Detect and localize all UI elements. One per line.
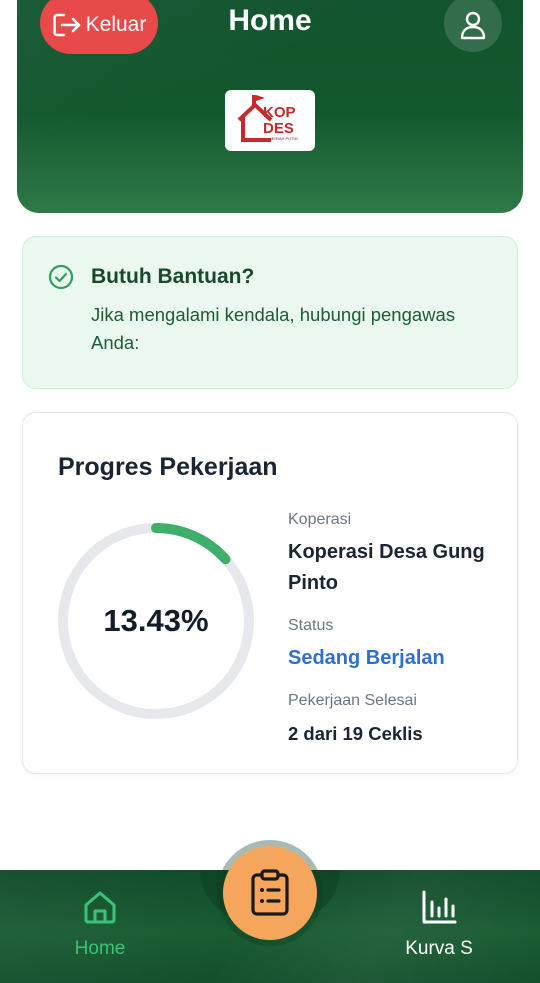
progress-percent: 13.43% [103,603,209,638]
progress-ring: 13.43% [53,518,259,724]
status-value: Sedang Berjalan [288,647,445,669]
bar-chart-icon [422,890,457,924]
home-icon [84,891,116,924]
progress-title: Progres Pekerjaan [58,453,278,481]
checklist-fab-button[interactable] [223,846,317,940]
logo-text-top: KOP [263,104,296,121]
help-text: Jika mengalami kendala, hubungi pengawas… [91,304,456,353]
clipboard-list-icon [251,869,289,916]
koperasi-label: Koperasi [288,511,352,528]
logout-label: Keluar [85,13,147,36]
help-title: Butuh Bantuan? [91,265,255,288]
selesai-label: Pekerjaan Selesai [288,692,417,709]
logo-text-bottom: DES [263,120,294,137]
kopdes-logo: KOP DES MERAH PUTIH [225,90,315,151]
nav-kurva-s[interactable]: Kurva S [379,888,499,960]
progress-card: Progres Pekerjaan 13.43% Koperasi Kopera… [22,412,518,774]
logout-button[interactable]: Keluar [40,0,158,54]
selesai-value: 2 dari 19 Ceklis [288,723,423,744]
nav-home-label: Home [74,938,126,959]
logout-icon [52,13,80,37]
logo-subtext: MERAH PUTIH [270,136,298,141]
koperasi-value: Koperasi Desa Gung Pinto [288,541,485,594]
help-card: Butuh Bantuan? Jika mengalami kendala, h… [22,236,518,389]
page-title: Home [228,4,312,37]
check-circle-icon [48,264,74,290]
user-icon [460,11,486,40]
progress-info: Koperasi Koperasi Desa Gung Pinto Status… [288,511,498,749]
nav-home[interactable]: Home [40,888,160,960]
nav-kurva-label: Kurva S [405,938,473,959]
status-label: Status [288,617,334,634]
